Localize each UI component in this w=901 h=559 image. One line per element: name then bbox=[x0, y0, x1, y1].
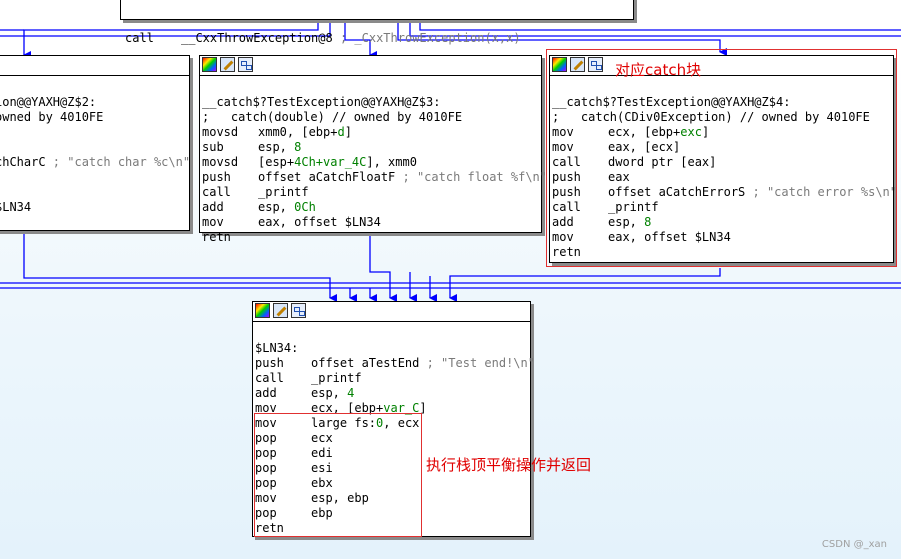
instruction-operand: _printf bbox=[258, 185, 309, 199]
instruction-mnemonic: mov bbox=[202, 215, 224, 229]
instruction-line[interactable]: call _printf bbox=[202, 185, 541, 200]
stack-balance-highlight bbox=[254, 413, 422, 537]
code-line: ion@@YAXH@Z$2: bbox=[0, 95, 97, 109]
edit-icon[interactable] bbox=[220, 57, 235, 72]
instruction-comment: ; "catch char %c\n" bbox=[45, 155, 191, 169]
watermark: CSDN @_xan bbox=[821, 539, 887, 550]
catch-double-code: __catch$?TestException@@YAXH@Z$3:; catch… bbox=[200, 76, 547, 245]
instruction-mnemonic: call bbox=[125, 31, 154, 45]
instruction-operand: ] bbox=[344, 125, 352, 139]
code-line: owned by 4010FE bbox=[0, 110, 104, 124]
instruction-operand: offset aCatchFloatF bbox=[258, 170, 396, 184]
instruction-line[interactable]: movsd [esp+4Ch+var_4C], xmm0 bbox=[202, 155, 541, 170]
instruction-operand: offset aTestEnd bbox=[311, 356, 420, 370]
instruction-operand: [esp+ bbox=[258, 155, 295, 169]
instruction-mnemonic: movsd bbox=[202, 125, 239, 139]
instruction-comment: ; _CxxThrowException(x,x) bbox=[339, 31, 521, 45]
code-line: $LN34 bbox=[0, 200, 32, 214]
left-block-code: ion@@YAXH@Z$2:owned by 4010FE] chCharC ; … bbox=[0, 76, 191, 215]
instruction-immediate: d bbox=[337, 125, 345, 139]
top-code-block[interactable]: call __CxxThrowException@8 ; _CxxThrowExc… bbox=[120, 0, 634, 45]
instruction-comment: ; "Test end!\n" bbox=[419, 356, 535, 370]
instruction-line[interactable]: add esp, 4 bbox=[255, 386, 530, 401]
instruction-line[interactable]: call _printf bbox=[255, 371, 530, 386]
instruction-line[interactable]: retn bbox=[202, 230, 541, 245]
instruction-immediate: 4 bbox=[347, 386, 355, 400]
instruction-operand: ], xmm0 bbox=[366, 155, 417, 169]
color-palette-icon[interactable] bbox=[255, 303, 270, 318]
color-palette-icon[interactable] bbox=[202, 57, 217, 72]
instruction-operand: xmm0, [ebp+ bbox=[258, 125, 338, 139]
catch-double-block[interactable]: __catch$?TestException@@YAXH@Z$3:; catch… bbox=[199, 55, 547, 244]
instruction-immediate: 0Ch bbox=[294, 200, 316, 214]
stack-balance-annotation: 执行栈顶平衡操作并返回 bbox=[426, 456, 592, 474]
catch-block-highlight bbox=[546, 49, 897, 267]
instruction-line[interactable]: add esp, 0Ch bbox=[202, 200, 541, 215]
code-line: ] bbox=[0, 125, 189, 140]
instruction-comment: ; "catch float %f\n" bbox=[395, 170, 548, 184]
instruction-mnemonic: sub bbox=[202, 140, 224, 154]
instruction-line[interactable]: push offset aCatchFloatF ; "catch float %… bbox=[202, 170, 547, 185]
instruction-mnemonic: add bbox=[255, 386, 277, 400]
instruction-mnemonic: retn bbox=[202, 230, 231, 244]
graph-view-icon[interactable] bbox=[291, 303, 306, 318]
instruction-mnemonic: call bbox=[255, 371, 284, 385]
instruction-line[interactable]: sub esp, 8 bbox=[202, 140, 541, 155]
catch-label: __catch$?TestException@@YAXH@Z$3: bbox=[202, 95, 441, 109]
instruction-operand: eax, offset $LN34 bbox=[258, 215, 381, 229]
instruction-line[interactable]: mov eax, offset $LN34 bbox=[202, 215, 541, 230]
instruction-operand: esp, bbox=[311, 386, 348, 400]
graph-view-icon[interactable] bbox=[238, 57, 253, 72]
instruction-operand: __CxxThrowException@8 bbox=[181, 31, 333, 45]
instruction-mnemonic: push bbox=[202, 170, 231, 184]
instruction-mnemonic: call bbox=[202, 185, 231, 199]
code-line: chCharC ; "catch char %c\n" bbox=[0, 155, 191, 169]
catch-block-annotation: 对应catch块 bbox=[615, 61, 702, 79]
instruction-mnemonic: movsd bbox=[202, 155, 239, 169]
instruction-immediate: 8 bbox=[294, 140, 302, 154]
left-code-block[interactable]: ion@@YAXH@Z$2:owned by 4010FE] chCharC ; … bbox=[0, 55, 190, 231]
instruction-operand: _printf bbox=[311, 371, 362, 385]
edit-icon[interactable] bbox=[273, 303, 288, 318]
block-label: $LN34: bbox=[255, 341, 299, 355]
catch-comment: ; catch(double) // owned by 4010FE bbox=[202, 110, 463, 124]
instruction-mnemonic: add bbox=[202, 200, 224, 214]
instruction-immediate: 4Ch+var_4C bbox=[294, 155, 367, 169]
instruction-mnemonic: push bbox=[255, 356, 284, 370]
instruction-line[interactable]: movsd xmm0, [ebp+d] bbox=[202, 125, 541, 140]
instruction-line[interactable]: push offset aTestEnd ; "Test end!\n" bbox=[255, 356, 535, 371]
instruction-operand: esp, bbox=[258, 140, 295, 154]
instruction-operand: esp, bbox=[258, 200, 295, 214]
